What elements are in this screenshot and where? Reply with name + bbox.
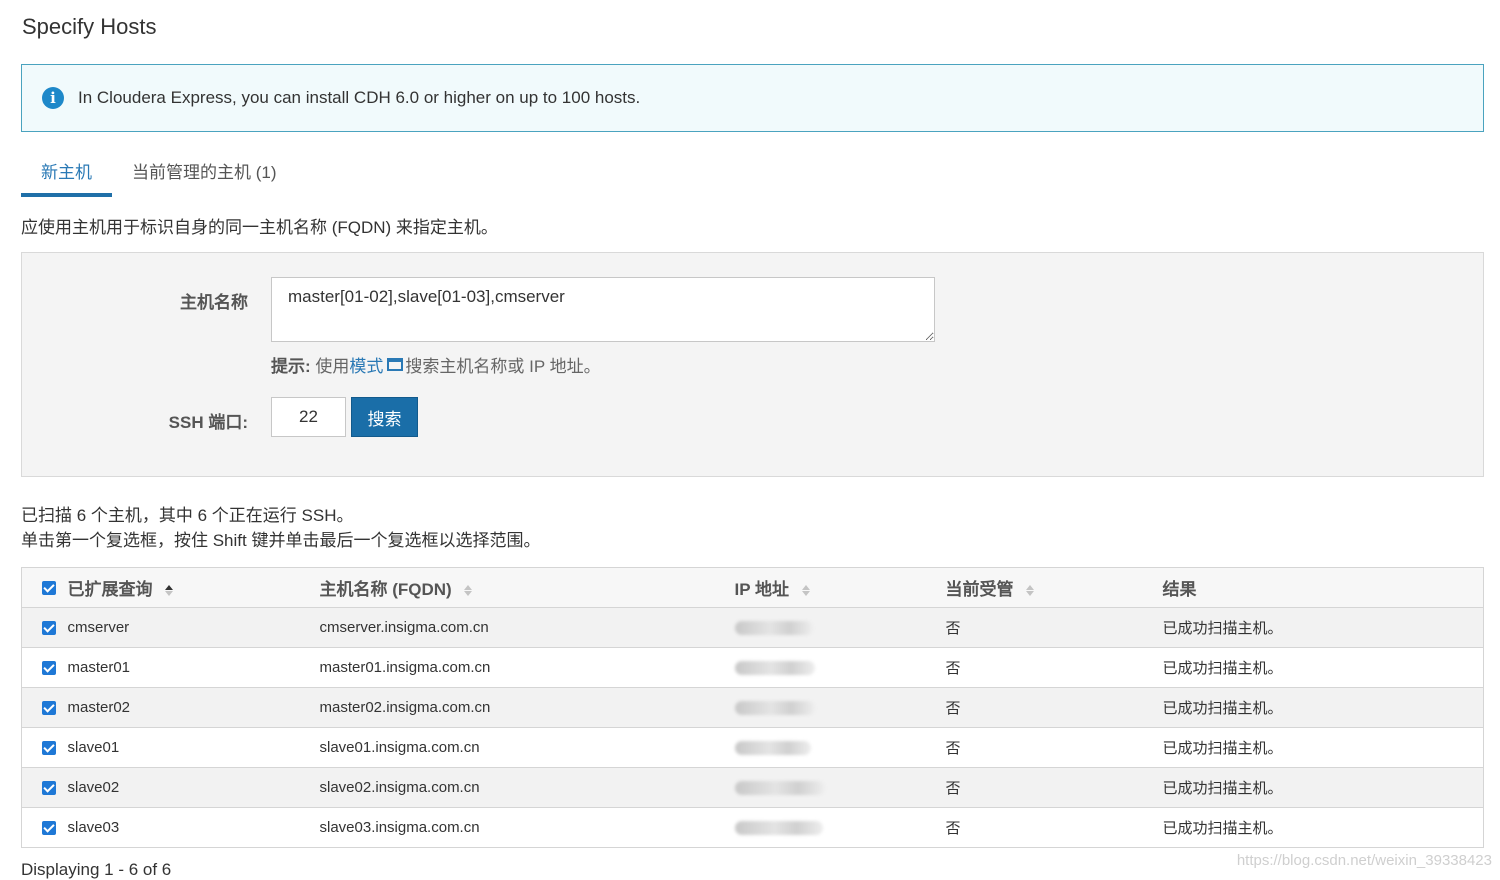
redacted-ip	[734, 781, 825, 796]
cell-expanded-query: cmserver	[67, 607, 320, 648]
cell-fqdn: slave03.insigma.com.cn	[319, 807, 735, 848]
scan-result-text: 已扫描 6 个主机，其中 6 个正在运行 SSH。	[21, 506, 354, 525]
cell-ip-address	[734, 727, 946, 768]
sort-icon[interactable]	[1026, 584, 1035, 597]
cell-ip-address	[734, 607, 946, 648]
header-expanded-query[interactable]: 已扩展查询	[67, 567, 320, 608]
cell-fqdn: cmserver.insigma.com.cn	[319, 607, 735, 648]
cell-fqdn: master02.insigma.com.cn	[319, 687, 735, 728]
header-hostname-fqdn[interactable]: 主机名称 (FQDN)	[319, 567, 735, 608]
cell-ip-address	[734, 767, 946, 808]
info-text: In Cloudera Express, you can install CDH…	[78, 88, 641, 107]
header-ip-address[interactable]: IP 地址	[734, 567, 946, 608]
table-row: master01 master01.insigma.com.cn 否 已成功扫描…	[21, 647, 1484, 688]
ssh-port-label: SSH 端口:	[168, 413, 248, 432]
header-result: 结果	[1162, 567, 1484, 608]
cell-expanded-query: slave03	[67, 807, 320, 848]
cell-expanded-query: slave01	[67, 727, 320, 768]
scan-summary: 已扫描 6 个主机，其中 6 个正在运行 SSH。 单击第一个复选框，按住 Sh…	[21, 503, 540, 553]
header-result-label: 结果	[1162, 580, 1197, 599]
hosts-table: 已扩展查询 主机名称 (FQDN) IP 地址 当前受管 结果 cmserver	[21, 567, 1484, 848]
cell-ip-address	[734, 687, 946, 728]
sort-icon[interactable]	[464, 584, 473, 597]
cell-fqdn: slave01.insigma.com.cn	[319, 727, 735, 768]
cell-managed: 否	[945, 767, 1163, 808]
info-banner: i In Cloudera Express, you can install C…	[21, 64, 1484, 132]
cell-fqdn: master01.insigma.com.cn	[319, 647, 735, 688]
row-checkbox[interactable]	[42, 781, 56, 796]
row-select-cell[interactable]	[21, 687, 68, 728]
sort-icon[interactable]	[801, 584, 810, 597]
header-currently-managed[interactable]: 当前受管	[945, 567, 1163, 608]
cell-result: 已成功扫描主机。	[1162, 687, 1484, 728]
tab-new-hosts[interactable]: 新主机	[21, 150, 112, 197]
row-select-cell[interactable]	[21, 727, 68, 768]
host-search-form: 主机名称 提示: 使用 模式 搜索主机名称或 IP 地址。 SSH 端口: 搜索	[21, 252, 1484, 477]
fqdn-description: 应使用主机用于标识自身的同一主机名称 (FQDN) 来指定主机。	[21, 218, 498, 237]
cell-result: 已成功扫描主机。	[1162, 607, 1484, 648]
host-tabs: 新主机 当前管理的主机 (1)	[21, 150, 297, 197]
select-all-cell[interactable]	[21, 567, 68, 608]
header-ip-address-label: IP 地址	[734, 580, 789, 599]
cell-managed: 否	[945, 807, 1163, 848]
sort-icon[interactable]	[165, 584, 174, 597]
hint-suffix: 搜索主机名称或 IP 地址。	[405, 357, 601, 376]
cell-expanded-query: master02	[67, 687, 320, 728]
cell-result: 已成功扫描主机。	[1162, 727, 1484, 768]
hostname-input[interactable]	[271, 277, 935, 342]
redacted-ip	[734, 661, 815, 676]
row-checkbox[interactable]	[42, 821, 56, 836]
cell-ip-address	[734, 807, 946, 848]
popup-window-icon[interactable]	[387, 358, 404, 371]
cell-managed: 否	[945, 647, 1163, 688]
redacted-ip	[734, 701, 815, 716]
header-expanded-query-label: 已扩展查询	[67, 580, 153, 599]
search-button[interactable]: 搜索	[351, 397, 418, 437]
shift-select-hint: 单击第一个复选框，按住 Shift 键并单击最后一个复选框以选择范围。	[21, 531, 541, 550]
row-select-cell[interactable]	[21, 607, 68, 648]
pattern-hint: 提示: 使用 模式 搜索主机名称或 IP 地址。	[271, 352, 601, 377]
cell-result: 已成功扫描主机。	[1162, 647, 1484, 688]
page-title: Specify Hosts	[22, 14, 157, 39]
watermark: https://blog.csdn.net/weixin_39338423	[1236, 852, 1492, 869]
paging-info: Displaying 1 - 6 of 6	[21, 860, 172, 879]
cell-result: 已成功扫描主机。	[1162, 767, 1484, 808]
table-row: slave02 slave02.insigma.com.cn 否 已成功扫描主机…	[21, 767, 1484, 808]
row-checkbox[interactable]	[42, 621, 56, 636]
select-all-checkbox[interactable]	[42, 581, 56, 596]
cell-expanded-query: slave02	[67, 767, 320, 808]
cell-managed: 否	[945, 687, 1163, 728]
cell-managed: 否	[945, 727, 1163, 768]
hostname-label: 主机名称	[180, 293, 248, 312]
table-row: slave01 slave01.insigma.com.cn 否 已成功扫描主机…	[21, 727, 1484, 768]
cell-ip-address	[734, 647, 946, 688]
row-checkbox[interactable]	[42, 741, 56, 756]
hint-label: 提示:	[271, 357, 311, 376]
pattern-link[interactable]: 模式	[349, 352, 383, 377]
header-currently-managed-label: 当前受管	[945, 580, 1014, 599]
cell-expanded-query: master01	[67, 647, 320, 688]
header-hostname-fqdn-label: 主机名称 (FQDN)	[319, 580, 452, 599]
row-checkbox[interactable]	[42, 701, 56, 716]
cell-fqdn: slave02.insigma.com.cn	[319, 767, 735, 808]
table-row: master02 master02.insigma.com.cn 否 已成功扫描…	[21, 687, 1484, 728]
row-checkbox[interactable]	[42, 661, 56, 676]
cell-managed: 否	[945, 607, 1163, 648]
redacted-ip	[734, 741, 811, 756]
row-select-cell[interactable]	[21, 647, 68, 688]
redacted-ip	[734, 621, 813, 636]
row-select-cell[interactable]	[21, 807, 68, 848]
redacted-ip	[734, 821, 823, 836]
table-header-row: 已扩展查询 主机名称 (FQDN) IP 地址 当前受管 结果	[21, 567, 1484, 608]
info-icon: i	[42, 87, 64, 109]
hint-prefix: 使用	[310, 357, 350, 376]
table-row: slave03 slave03.insigma.com.cn 否 已成功扫描主机…	[21, 807, 1484, 848]
table-row: cmserver cmserver.insigma.com.cn 否 已成功扫描…	[21, 607, 1484, 648]
row-select-cell[interactable]	[21, 767, 68, 808]
cell-result: 已成功扫描主机。	[1162, 807, 1484, 848]
tab-managed-hosts[interactable]: 当前管理的主机 (1)	[112, 150, 297, 197]
ssh-port-input[interactable]	[271, 397, 346, 437]
